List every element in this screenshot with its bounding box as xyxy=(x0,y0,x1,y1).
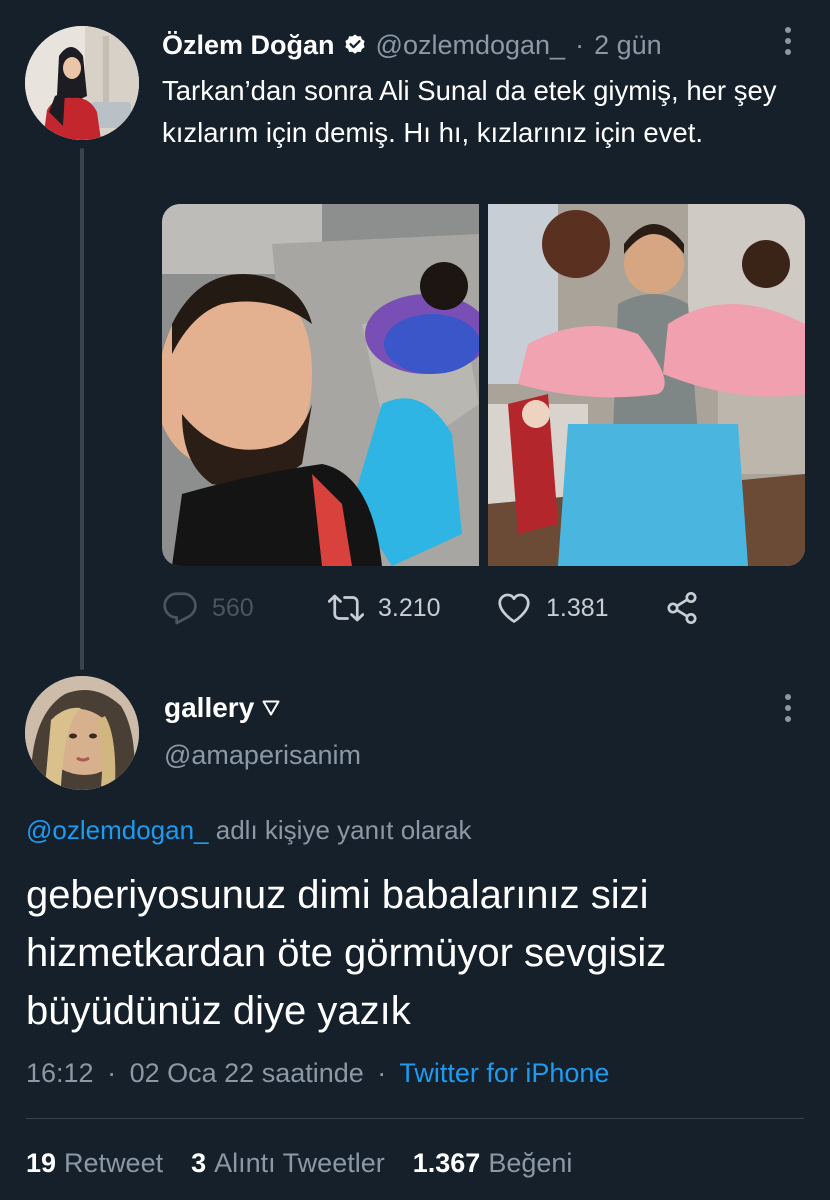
reply-context: @ozlemdogan_ adlı kişiye yanıt olarak xyxy=(26,815,472,846)
reply-source-link[interactable]: Twitter for iPhone xyxy=(399,1058,609,1088)
media-photo-right[interactable] xyxy=(488,204,805,566)
share-icon xyxy=(667,591,697,625)
triangle-icon xyxy=(262,700,280,716)
reply-author-name-row[interactable]: gallery xyxy=(164,692,280,724)
reply-stats: 19 Retweet 3 Alıntı Tweetler 1.367 Beğeni xyxy=(26,1148,572,1179)
reply-date[interactable]: 02 Oca 22 saatinde xyxy=(130,1058,364,1088)
reply-author-name[interactable]: gallery xyxy=(164,692,254,724)
retweet-icon xyxy=(328,594,364,622)
media-photo-left[interactable] xyxy=(162,204,479,566)
meta-separator: · xyxy=(107,1058,117,1088)
retweets-stat[interactable]: 19 Retweet xyxy=(26,1148,163,1179)
author-avatar[interactable] xyxy=(25,26,139,140)
meta-separator: · xyxy=(377,1058,387,1088)
thread-connector-line xyxy=(80,148,84,670)
reply-author-avatar[interactable] xyxy=(25,676,139,790)
reply-metadata: 16:12 · 02 Oca 22 saatinde · Twitter for… xyxy=(26,1058,609,1089)
quote-tweets-stat[interactable]: 3 Alıntı Tweetler xyxy=(191,1148,385,1179)
reply-button[interactable]: 560 xyxy=(162,586,254,630)
tweet-actions: 560 3.210 1.381 xyxy=(162,586,722,630)
more-options-icon[interactable] xyxy=(774,693,802,723)
verified-badge-icon xyxy=(343,33,367,57)
divider xyxy=(26,1118,804,1119)
like-button[interactable]: 1.381 xyxy=(496,586,609,630)
reply-to-suffix: adlı kişiye yanıt olarak xyxy=(215,815,472,845)
tweet-header: Özlem Doğan @ozlemdogan_ · 2 gün xyxy=(162,28,662,62)
tweet-thread: Özlem Doğan @ozlemdogan_ · 2 gün Tarkan’… xyxy=(0,0,830,1200)
likes-stat[interactable]: 1.367 Beğeni xyxy=(413,1148,573,1179)
like-icon xyxy=(498,593,530,623)
tweet-text: Tarkan’dan sonra Ali Sunal da etek giymi… xyxy=(162,75,777,148)
separator-dot: · xyxy=(575,29,585,60)
reply-time[interactable]: 16:12 xyxy=(26,1058,94,1088)
reply-author-handle[interactable]: @amaperisanim xyxy=(164,740,361,771)
like-count: 1.381 xyxy=(546,593,609,622)
more-options-icon[interactable] xyxy=(774,26,802,56)
author-handle[interactable]: @ozlemdogan_ xyxy=(376,30,566,61)
tweet-time[interactable]: 2 gün xyxy=(594,30,662,61)
retweet-button[interactable]: 3.210 xyxy=(328,586,441,630)
author-name[interactable]: Özlem Doğan xyxy=(162,30,335,61)
tweet-media[interactable] xyxy=(162,204,805,566)
share-button[interactable] xyxy=(664,586,714,630)
retweet-count: 3.210 xyxy=(378,593,441,622)
reply-icon xyxy=(163,592,197,625)
reply-text: geberiyosunuz dimi babalarınız sizi hizm… xyxy=(26,873,667,1033)
reply-count: 560 xyxy=(212,593,254,622)
reply-to-link[interactable]: @ozlemdogan_ xyxy=(26,815,209,845)
